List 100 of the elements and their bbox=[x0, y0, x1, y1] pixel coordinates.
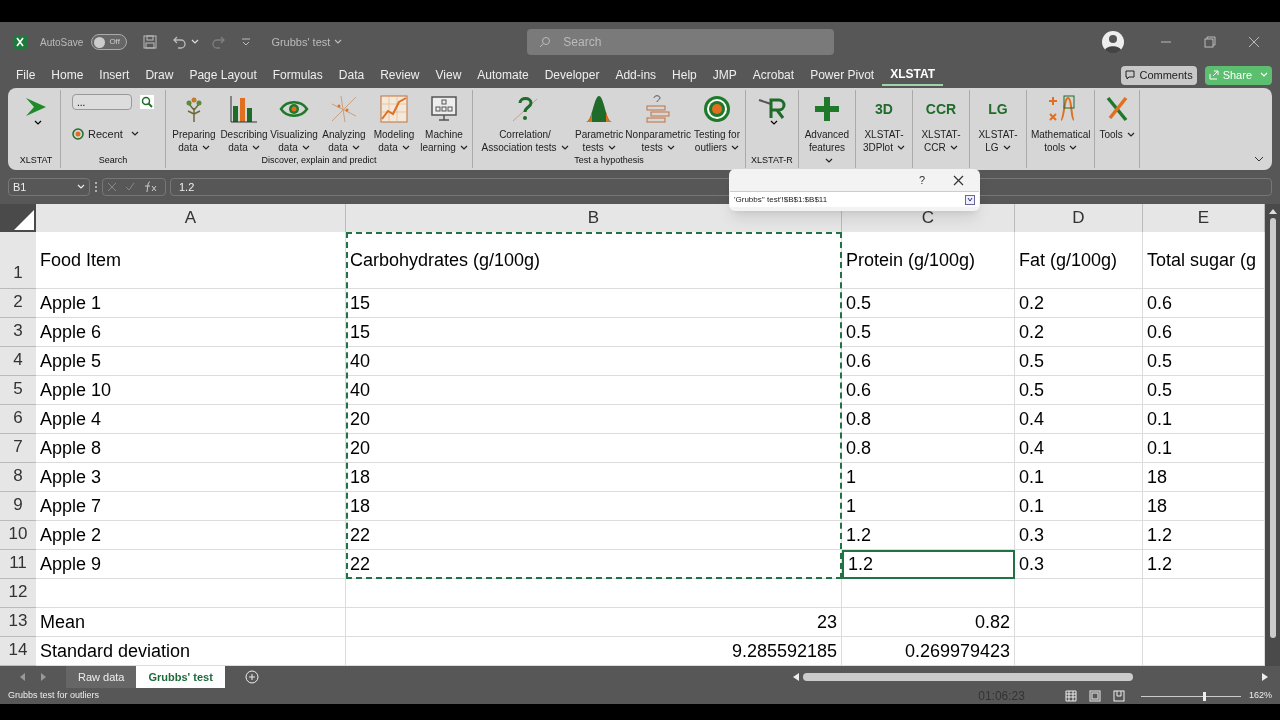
table-cell: Apple 5 bbox=[36, 347, 346, 376]
close-icon[interactable] bbox=[953, 174, 964, 186]
comments-button[interactable]: Comments bbox=[1121, 65, 1197, 85]
button-label: Machine learning bbox=[420, 128, 468, 154]
column-header[interactable]: D bbox=[1015, 204, 1143, 232]
table-cell: 15 bbox=[346, 318, 842, 347]
caret-icon bbox=[769, 120, 778, 126]
add-sheet-icon[interactable] bbox=[244, 670, 259, 684]
scroll-left-icon[interactable] bbox=[793, 673, 799, 681]
menu-tab[interactable]: Help bbox=[664, 64, 705, 86]
menu-tab[interactable]: Acrobat bbox=[744, 64, 803, 86]
table-cell: 18 bbox=[346, 492, 842, 521]
page-break-icon[interactable] bbox=[1112, 690, 1125, 702]
next-sheet-icon[interactable] bbox=[41, 673, 46, 681]
ribbon-button[interactable]: 3D XLSTAT-3DPlot bbox=[858, 90, 909, 154]
menu-tab[interactable]: Power Pivot bbox=[802, 64, 883, 86]
row-header[interactable]: 10 bbox=[0, 521, 36, 550]
bar-chart-icon bbox=[229, 94, 259, 124]
menu-tab[interactable]: Review bbox=[372, 64, 428, 86]
monitor-icon bbox=[429, 94, 459, 124]
ribbon-button[interactable]: Nonparametric tests bbox=[624, 90, 692, 154]
search-field[interactable]: ... bbox=[72, 94, 132, 110]
expand-dialog-icon[interactable] bbox=[965, 194, 975, 205]
menu-tab[interactable]: Home bbox=[43, 64, 92, 86]
ribbon-button[interactable]: LG XLSTAT- LG bbox=[972, 90, 1023, 154]
row-header[interactable]: 7 bbox=[0, 434, 36, 463]
recent-button[interactable]: Recent bbox=[72, 126, 154, 143]
zoom-level[interactable]: 162% bbox=[1248, 689, 1272, 703]
ribbon-button[interactable]: Correlation/ Association tests bbox=[476, 90, 574, 154]
menu-tab[interactable]: Developer bbox=[536, 64, 608, 86]
ribbon-button[interactable]: Machine learning bbox=[419, 90, 469, 154]
menu-tab[interactable]: Insert bbox=[91, 64, 138, 86]
row-header[interactable]: 6 bbox=[0, 405, 36, 434]
ribbon-button[interactable]: CCR XLSTAT- CCR bbox=[915, 90, 966, 154]
menu-tab[interactable]: Data bbox=[330, 64, 373, 86]
menu-tab[interactable]: Formulas bbox=[264, 64, 331, 86]
row-header[interactable]: 4 bbox=[0, 347, 36, 376]
normal-view-icon[interactable] bbox=[1064, 690, 1077, 702]
reference-field[interactable]: 'Grubbs'' test'!$B$1:$B$11 bbox=[730, 191, 979, 207]
table-cell: 0.82 bbox=[842, 608, 1015, 637]
column-header[interactable]: A bbox=[36, 204, 346, 232]
row-header[interactable]: 12 bbox=[0, 579, 36, 608]
row-header[interactable]: 9 bbox=[0, 492, 36, 521]
undo-icon[interactable] bbox=[173, 35, 188, 49]
row-header[interactable]: 8 bbox=[0, 463, 36, 492]
menu-tab[interactable]: XLSTAT bbox=[882, 64, 944, 86]
menu-tab[interactable]: JMP bbox=[704, 64, 745, 86]
row-header[interactable]: 2 bbox=[0, 289, 36, 318]
ribbon-button[interactable]: Preparing data bbox=[169, 90, 219, 154]
menu-tab[interactable]: Page Layout bbox=[181, 64, 265, 86]
row-header[interactable]: 1 bbox=[0, 232, 36, 289]
ribbon-button[interactable]: Analyzing data bbox=[319, 90, 369, 154]
menu-tab[interactable]: View bbox=[427, 64, 470, 86]
row-header[interactable]: 11 bbox=[0, 550, 36, 579]
scroll-up-icon[interactable] bbox=[1268, 208, 1277, 214]
document-title[interactable]: Grubbs' test bbox=[271, 33, 343, 51]
name-box[interactable]: B1 bbox=[8, 178, 90, 196]
button-label: XLSTAT- LG bbox=[977, 128, 1019, 154]
page-layout-icon[interactable] bbox=[1088, 690, 1101, 702]
table-cell: 1.2 bbox=[842, 521, 1015, 550]
column-header[interactable]: B bbox=[346, 204, 842, 232]
ribbon-button[interactable]: Mathematical tools bbox=[1029, 90, 1092, 154]
row-header[interactable]: 14 bbox=[0, 637, 36, 666]
table-cell: 40 bbox=[346, 347, 842, 376]
previous-sheet-icon[interactable] bbox=[20, 673, 25, 681]
table-cell: Carbohydrates (g/100g) bbox=[346, 232, 842, 289]
customize-toolbar-icon[interactable] bbox=[241, 38, 252, 46]
menu-tab[interactable]: File bbox=[8, 64, 44, 86]
select-all-corner[interactable] bbox=[0, 204, 36, 232]
ribbon-button[interactable]: Visualizing data bbox=[269, 90, 319, 154]
ribbon-button[interactable]: Parametric tests bbox=[574, 90, 625, 154]
zoom-slider-thumb[interactable] bbox=[1202, 691, 1206, 701]
menu-tab[interactable]: Draw bbox=[137, 64, 182, 86]
autosave-toggle[interactable]: Off bbox=[91, 34, 128, 50]
search-button[interactable] bbox=[140, 95, 154, 109]
more-options-icon[interactable] bbox=[94, 181, 98, 193]
row-header[interactable]: 13 bbox=[0, 608, 36, 637]
ribbon-button[interactable]: Testing for outliers bbox=[691, 90, 742, 154]
ribbon-button[interactable]: Tools bbox=[1098, 90, 1136, 141]
column-header[interactable]: E bbox=[1143, 204, 1265, 232]
caret-icon bbox=[201, 145, 210, 152]
check-icon[interactable] bbox=[125, 182, 135, 192]
menu-tab[interactable]: Automate bbox=[469, 64, 537, 86]
horizontal-scrollbar[interactable] bbox=[803, 673, 1133, 681]
ribbon-button[interactable]: Describing data bbox=[219, 90, 269, 154]
collapse-ribbon-icon[interactable] bbox=[1254, 156, 1264, 162]
restore-icon[interactable] bbox=[1204, 36, 1216, 48]
save-icon[interactable] bbox=[143, 35, 158, 49]
row-header[interactable]: 5 bbox=[0, 376, 36, 405]
scroll-right-icon[interactable] bbox=[1262, 673, 1268, 681]
caret-icon bbox=[77, 184, 85, 190]
avatar-icon[interactable] bbox=[1102, 31, 1124, 53]
row-header[interactable]: 3 bbox=[0, 318, 36, 347]
vertical-scrollbar[interactable] bbox=[1265, 204, 1280, 666]
menu-tab[interactable]: Add-ins bbox=[607, 64, 665, 86]
sheet-tab[interactable]: Grubbs' test bbox=[136, 666, 225, 688]
ribbon-button[interactable]: Modeling data bbox=[369, 90, 419, 154]
button-label: Preparing data bbox=[171, 128, 217, 154]
sheet-tab[interactable]: Raw data bbox=[66, 666, 137, 688]
ribbon-button[interactable]: Advanced features bbox=[801, 90, 852, 167]
